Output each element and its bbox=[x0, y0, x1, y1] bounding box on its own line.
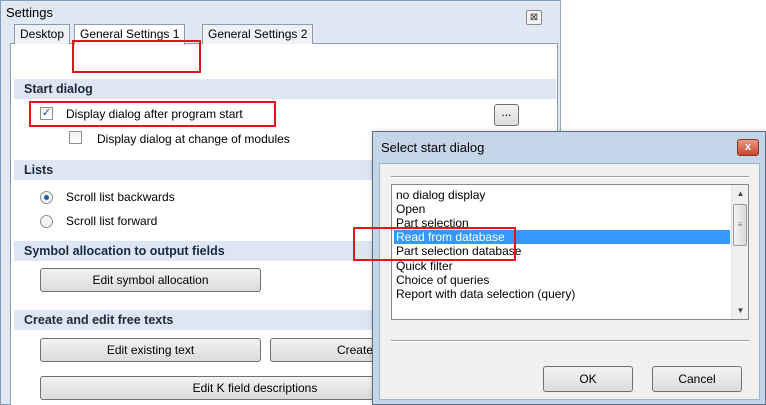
close-icon[interactable]: ⊠ bbox=[526, 10, 542, 25]
scroll-backwards-label: Scroll list backwards bbox=[66, 190, 175, 204]
browse-button[interactable]: ... bbox=[494, 104, 519, 126]
scroll-up-arrow-icon[interactable]: ▲ bbox=[732, 185, 748, 202]
ok-button[interactable]: OK bbox=[543, 366, 633, 392]
tab-desktop[interactable]: Desktop bbox=[14, 24, 71, 44]
list-item[interactable]: Report with data selection (query) bbox=[394, 287, 730, 301]
scroll-backwards-radio[interactable] bbox=[40, 191, 53, 204]
scroll-forward-radio[interactable] bbox=[40, 215, 53, 228]
checkbox-highlight-box bbox=[29, 101, 276, 127]
scroll-forward-label: Scroll list forward bbox=[66, 214, 158, 228]
edit-symbol-allocation-button[interactable]: Edit symbol allocation bbox=[40, 268, 261, 292]
tab-general-settings-2[interactable]: General Settings 2 bbox=[202, 24, 314, 44]
close-icon[interactable]: x bbox=[737, 139, 759, 156]
scroll-down-arrow-icon[interactable]: ▼ bbox=[732, 302, 748, 319]
list-item[interactable]: Choice of queries bbox=[394, 273, 730, 287]
display-at-change-label: Display dialog at change of modules bbox=[97, 132, 290, 146]
select-start-dialog: Select start dialog x no dialog display … bbox=[353, 131, 766, 405]
cancel-button[interactable]: Cancel bbox=[652, 366, 742, 392]
list-item[interactable]: Open bbox=[394, 202, 730, 216]
list-item[interactable]: no dialog display bbox=[394, 188, 730, 202]
display-at-change-checkbox[interactable] bbox=[69, 131, 82, 144]
tab-highlight-box bbox=[72, 40, 201, 73]
divider bbox=[391, 340, 749, 342]
create-text-button[interactable]: Create bbox=[270, 338, 380, 362]
divider bbox=[391, 176, 749, 178]
listbox-scrollbar[interactable]: ▲ ≡ ▼ bbox=[731, 185, 748, 319]
dialog-title: Select start dialog bbox=[381, 140, 485, 155]
edit-existing-text-button[interactable]: Edit existing text bbox=[40, 338, 261, 362]
list-item-highlight-box bbox=[353, 227, 516, 261]
group-header-start-dialog: Start dialog bbox=[14, 79, 556, 99]
settings-title: Settings bbox=[6, 5, 53, 20]
list-item[interactable]: Quick filter bbox=[394, 259, 730, 273]
scroll-thumb[interactable]: ≡ bbox=[733, 204, 747, 246]
